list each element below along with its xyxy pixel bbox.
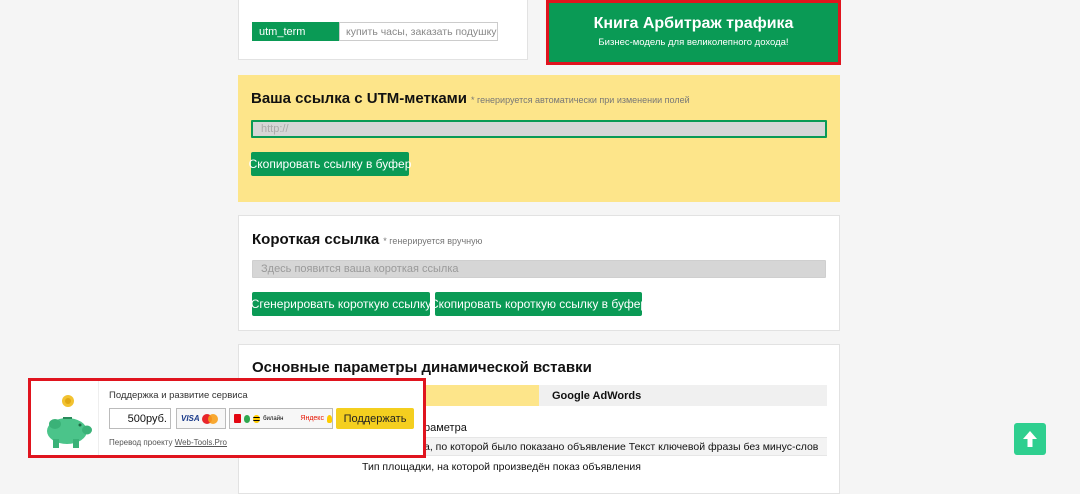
param-label: раметра [424,422,467,434]
donate-widget: Поддержка и развитие сервиса 500 руб. VIS… [31,381,423,455]
arrow-up-icon [1023,431,1037,447]
utm-fields-card: utm_term купить часы, заказать подушку [238,0,528,60]
donate-amount-input[interactable]: 500 руб. [109,408,171,429]
donate-amount: 500 [127,412,147,425]
megafon-icon [243,414,251,423]
piggy-bank-icon [47,395,92,448]
mastercard-icon [201,413,218,424]
generate-short-link-button[interactable]: Сгенерировать короткую ссылку [251,292,431,316]
donate-currency: руб. [146,412,167,425]
utm-term-tag: utm_term [252,22,339,41]
copy-short-link-button[interactable]: Скопировать короткую ссылку в буфер [430,292,647,316]
dynamic-params-title: Основные параметры динамической вставки [252,359,592,376]
utm-link-hint: * генерируется автоматически при изменен… [470,95,690,105]
short-link-hint: * генерируется вручную [383,236,483,246]
short-link-title: Короткая ссылка * генерируется вручную [252,231,483,248]
tab-google-adwords[interactable]: Google AdWords [539,385,827,406]
beeline-label: билайн [263,415,284,422]
copy-link-button[interactable]: Скопировать ссылку в буфер [249,152,411,176]
banner-title: Книга Арбитраж трафика [593,15,794,32]
banner-subtitle: Бизнес-модель для великолепного дохода! [598,37,789,48]
visa-label: VISA [181,414,200,423]
table-row: Тип площадки, на которой произведён пока… [252,456,827,477]
donate-footer: Перевод проекту Web-Tools.Pro [109,438,228,447]
pay-card-option[interactable]: VISA [176,408,226,429]
mts-icon [234,414,241,423]
donate-button[interactable]: Поддержать [336,408,414,429]
short-link-card: Короткая ссылка * генерируется вручную Зд… [238,215,840,331]
short-link-output[interactable]: Здесь появится ваша короткая ссылка [252,260,826,278]
beeline-icon [253,414,261,423]
utm-link-card: Ваша ссылка с UTM-метками * генерируется … [238,75,840,202]
web-tools-link[interactable]: Web-Tools.Pro [175,438,227,447]
utm-term-input[interactable]: купить часы, заказать подушку [339,22,498,41]
utm-link-output[interactable]: http:// [251,120,827,138]
row-text: а, по которой было показано объявление Т… [424,441,819,453]
utm-link-title: Ваша ссылка с UTM-метками * генерируется … [251,90,690,107]
yandex-label: Яндекс [300,415,324,422]
yandex-coin-icon [326,414,332,423]
pay-mobile-option[interactable]: билайн Яндекс [229,408,333,429]
row-text: Тип площадки, на которой произведён пока… [362,461,641,473]
scroll-top-button[interactable] [1014,423,1046,455]
book-banner[interactable]: Книга Арбитраж трафика Бизнес-модель для… [549,3,838,62]
donate-title: Поддержка и развитие сервиса [109,390,248,401]
